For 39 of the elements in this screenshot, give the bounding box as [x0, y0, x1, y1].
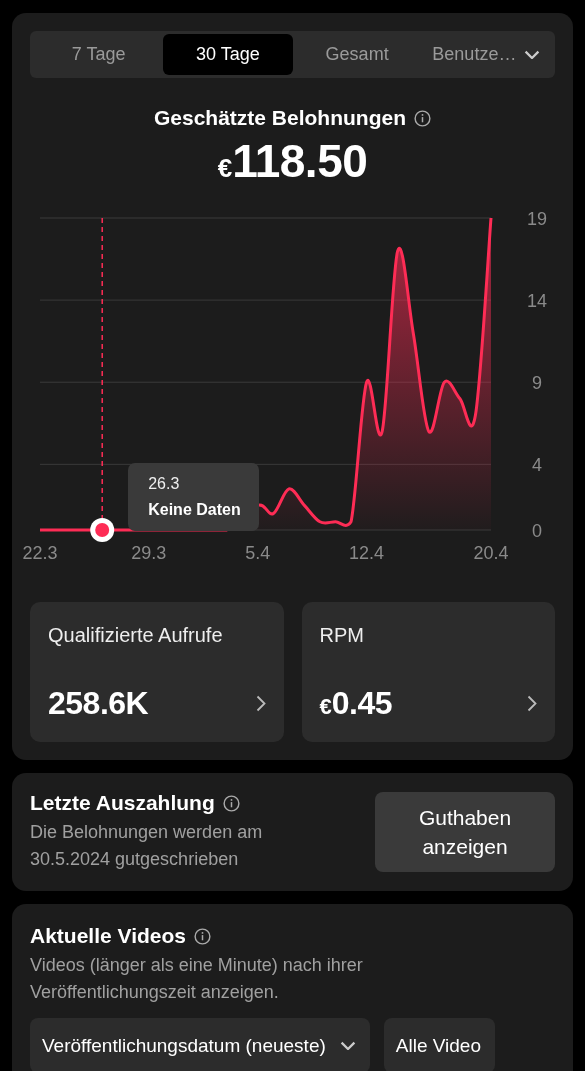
y-axis-label: 4	[532, 455, 542, 476]
period-tab[interactable]: 7 Tage	[34, 34, 164, 75]
cursor-marker[interactable]	[90, 217, 115, 542]
y-axis-label: 0	[532, 521, 542, 541]
info-icon[interactable]	[194, 927, 211, 945]
earnings-amount: €118.50	[216, 134, 369, 188]
y-axis-label: 19	[527, 209, 547, 229]
period-tab[interactable]: Gesamt	[292, 34, 422, 75]
stat-label: RPM	[319, 623, 365, 648]
x-axis-label: 22.3	[22, 543, 58, 563]
stat-label: Qualifizierte Aufrufe	[48, 623, 224, 648]
x-axis-label: 12.4	[349, 543, 385, 563]
filter-dropdown[interactable]: Alle Video	[383, 1018, 495, 1071]
stat-value: €0.45	[319, 685, 393, 722]
chevron-down-icon	[524, 49, 541, 60]
tooltip-text: Keine Daten	[148, 501, 241, 519]
x-axis-label: 29.3	[131, 543, 167, 563]
stat-card[interactable]: RPM €0.45	[301, 602, 555, 742]
filter-dropdown[interactable]: Veröffentlichungsdatum (neueste)	[30, 1018, 370, 1071]
tooltip-date: 26.3	[148, 475, 181, 493]
info-icon[interactable]	[414, 109, 431, 127]
stat-card[interactable]: Qualifizierte Aufrufe 258.6K	[30, 602, 284, 742]
payout-description: Die Belohnungen werden am 30.5.2024 gutgeschrieben	[30, 821, 264, 871]
show-balance-button[interactable]: Guthaben anzeigen	[375, 792, 555, 872]
x-axis-label: 20.4	[473, 543, 509, 563]
period-tab[interactable]: Benutze…	[421, 34, 551, 75]
y-axis-label: 9	[532, 373, 542, 394]
section-title: Aktuelle Videos	[30, 924, 186, 948]
chevron-right-icon	[255, 695, 266, 712]
stat-value: 258.6K	[48, 685, 149, 722]
period-tab[interactable]: 30 Tage	[163, 34, 293, 75]
section-title: Letzte Auszahlung	[30, 791, 215, 815]
chevron-right-icon	[527, 695, 537, 712]
section-title: Geschätzte Belohnungen	[154, 106, 406, 130]
info-icon[interactable]	[222, 794, 240, 812]
videos-description: Videos (länger als eine Minute) nach ihrer Veröffentlichungszeit anzeigen.	[30, 954, 364, 1004]
chevron-down-icon	[339, 1040, 356, 1051]
x-axis-label: 5.4	[245, 543, 271, 563]
y-axis-label: 14	[527, 291, 547, 312]
